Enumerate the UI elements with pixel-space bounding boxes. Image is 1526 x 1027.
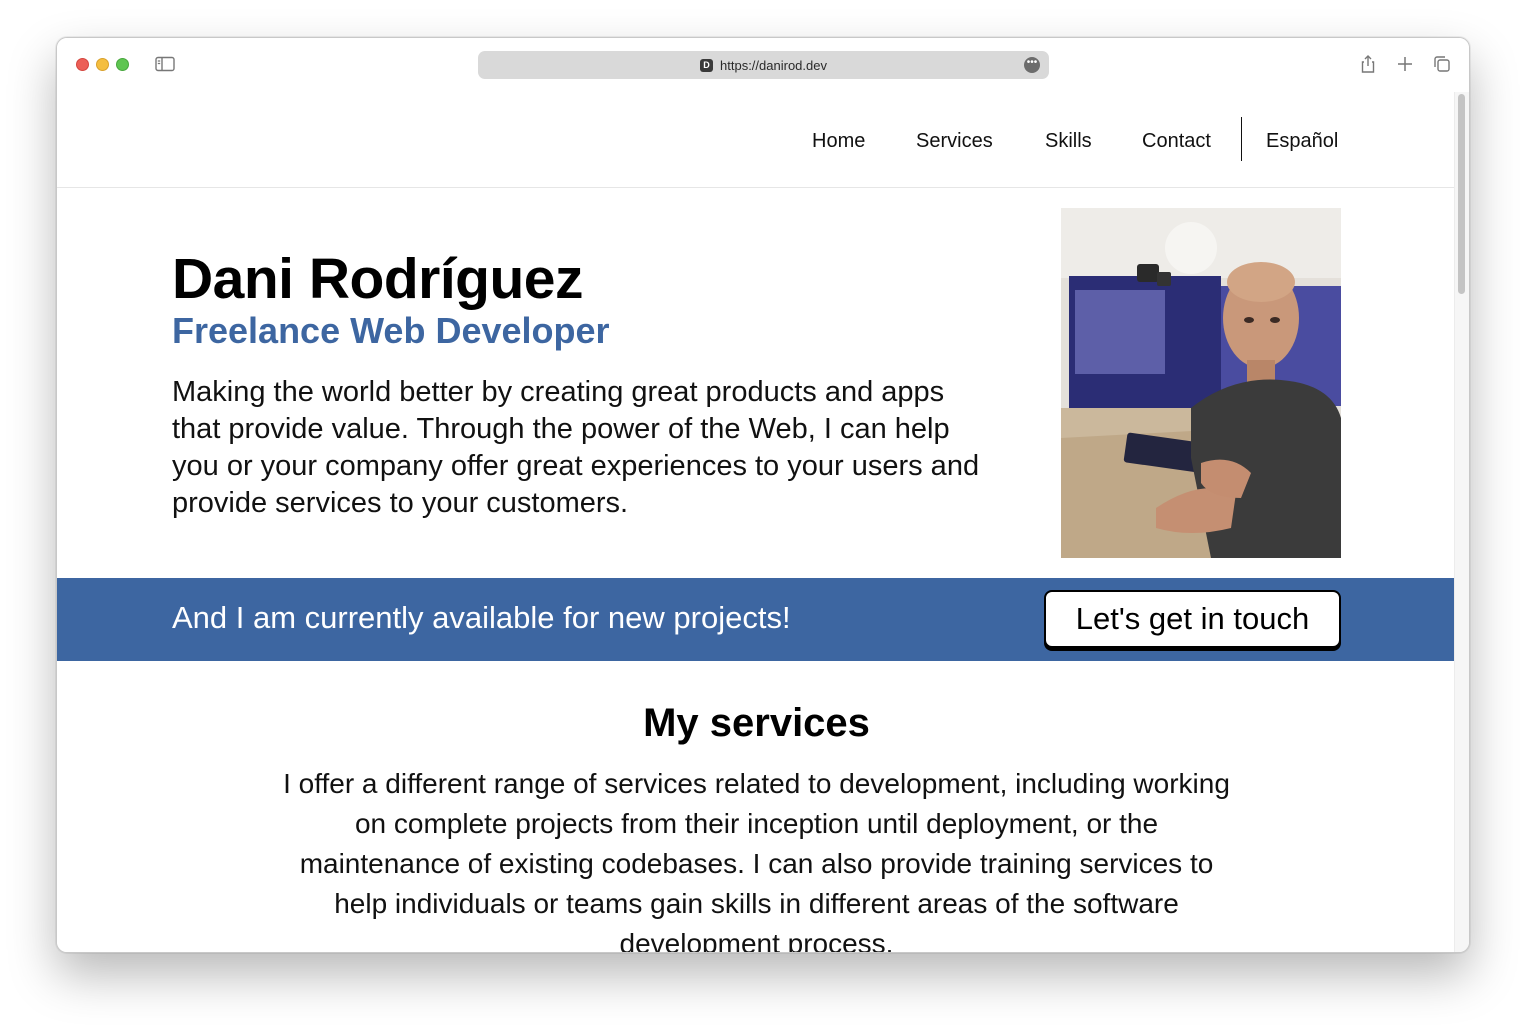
get-in-touch-button[interactable]: Let's get in touch [1044,590,1341,648]
hero-name: Dani Rodríguez [172,247,584,311]
more-options-icon[interactable]: ••• [1024,57,1040,73]
minimize-window-button[interactable] [96,58,109,71]
nav-language-link[interactable]: Español [1266,130,1338,153]
address-bar[interactable]: D https://danirod.dev ••• [478,51,1049,79]
availability-banner: And I am currently available for new pro… [57,578,1456,661]
browser-window: D https://danirod.dev ••• Home Services … [56,37,1470,953]
site-navigation: Home Services Skills Contact Español [57,92,1456,188]
profile-photo [1061,208,1341,558]
nav-services-link[interactable]: Services [916,130,993,153]
close-window-button[interactable] [76,58,89,71]
nav-home-link[interactable]: Home [812,130,865,153]
nav-contact-link[interactable]: Contact [1142,130,1211,153]
hero-role: Freelance Web Developer [172,310,610,351]
site-favicon-icon: D [700,58,714,72]
new-tab-icon[interactable] [1395,54,1415,74]
nav-skills-link[interactable]: Skills [1045,130,1092,153]
browser-titlebar: D https://danirod.dev ••• [57,38,1469,92]
zoom-window-button[interactable] [116,58,129,71]
availability-text: And I am currently available for new pro… [172,600,791,635]
tab-overview-icon[interactable] [1432,54,1452,74]
services-section: My services I offer a different range of… [57,661,1456,953]
scrollbar-thumb[interactable] [1458,94,1465,294]
hero-section: Dani Rodríguez Freelance Web Developer M… [57,188,1456,578]
services-description: I offer a different range of services re… [283,768,1230,953]
nav-divider [1241,117,1242,161]
services-title: My services [643,701,870,745]
address-bar-url: https://danirod.dev [720,57,827,73]
sidebar-toggle-icon[interactable] [155,56,175,72]
page-viewport: Home Services Skills Contact Español Dan… [57,92,1456,953]
hero-description: Making the world better by creating grea… [172,376,980,519]
share-icon[interactable] [1358,54,1378,74]
